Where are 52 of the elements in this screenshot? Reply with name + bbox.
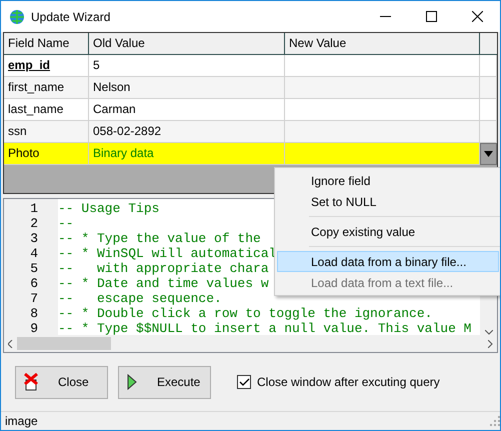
code-line: -- * WinSQL will automatical <box>58 246 276 261</box>
line-number: 1 <box>29 201 39 216</box>
code-line: -- * Type $$NULL to insert a null value. This value M <box>58 321 472 335</box>
menu-item[interactable]: Ignore field <box>277 170 499 191</box>
chevron-left-icon[interactable] <box>8 340 13 348</box>
menu-item[interactable]: Copy existing value <box>277 221 499 242</box>
table-row[interactable]: emp_id 5 <box>4 55 497 77</box>
line-number: 7 <box>29 291 39 306</box>
minimize-icon <box>380 16 390 18</box>
window-title: Update Wizard <box>31 10 112 24</box>
maximize-icon <box>426 11 436 22</box>
globe-icon <box>9 8 25 24</box>
horizontal-scrollbar[interactable] <box>4 335 497 352</box>
line-number: 5 <box>29 261 39 276</box>
close-icon <box>472 11 482 22</box>
chevron-right-icon[interactable] <box>488 340 493 348</box>
table-cell[interactable] <box>285 143 480 165</box>
table-row[interactable]: last_name Carman <box>4 99 497 121</box>
resize-grip-icon[interactable] <box>490 416 500 426</box>
checkbox-label: Close window after excuting query <box>257 375 440 389</box>
code-line: -- Usage Tips <box>58 201 160 216</box>
dialog-button[interactable]: Execute <box>118 366 211 398</box>
menu-item[interactable]: Set to NULL <box>277 191 499 212</box>
table-cell: Binary data <box>89 143 285 165</box>
code-line: -- * Type the value of the <box>58 231 261 246</box>
close-document-icon <box>24 373 38 391</box>
code-line: -- escape sequence. <box>58 291 222 306</box>
line-number: 4 <box>29 246 39 261</box>
checkbox[interactable] <box>237 375 251 389</box>
code-line: -- * Double click a row to toggle the ignorance. <box>58 306 432 321</box>
caret-icon <box>484 151 493 157</box>
dropdown-button[interactable] <box>480 143 497 165</box>
play-icon <box>127 374 137 390</box>
menu-item[interactable]: Load data from a binary file... <box>277 251 499 272</box>
column-header[interactable]: Old Value <box>89 33 285 55</box>
line-number: 3 <box>29 231 39 246</box>
code-line: -- * Date and time values w <box>58 276 269 291</box>
line-number: 9 <box>29 321 39 335</box>
table-row[interactable]: Photo Binary data <box>4 143 497 165</box>
code-line: -- <box>58 216 74 231</box>
column-header[interactable]: Field Name <box>4 33 89 55</box>
line-number: 6 <box>29 276 39 291</box>
table-cell: Photo <box>4 143 89 165</box>
status-text: image <box>5 414 38 428</box>
line-number: 8 <box>29 306 39 321</box>
code-line: -- with appropriate chara <box>58 261 269 276</box>
line-number: 2 <box>29 216 39 231</box>
dialog-button[interactable]: Close <box>15 366 108 398</box>
column-header[interactable]: New Value <box>285 33 480 55</box>
chevron-down-icon[interactable] <box>484 330 492 335</box>
table-row[interactable]: first_name Nelson <box>4 77 497 99</box>
table-row[interactable]: ssn 058-02-2892 <box>4 121 497 143</box>
